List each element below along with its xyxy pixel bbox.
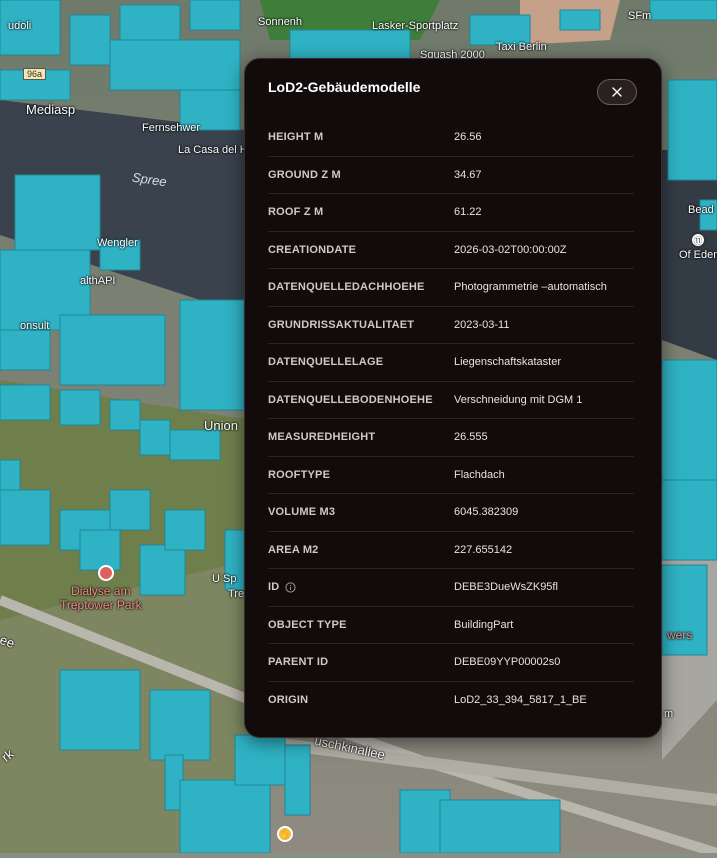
attribute-row-datenquellelage: DATENQUELLELAGE Liegenschaftskataster	[268, 344, 634, 382]
attribute-key: DATENQUELLEDACHHOEHE	[268, 281, 425, 294]
attribute-value: Liegenschaftskataster	[454, 356, 562, 369]
map-label-wengler: Wengler	[97, 237, 138, 249]
map-label-mediaspree: Mediasp	[26, 102, 76, 117]
map-label-audoli: udoli	[8, 20, 32, 32]
attribute-key: ROOF Z M	[268, 206, 324, 219]
map-label-taxi-berlin: Taxi Berlin	[496, 41, 547, 53]
attribute-row-rooftype: ROOFTYPE Flachdach	[268, 457, 634, 494]
map-label-u-sp: U Sp	[212, 573, 237, 585]
close-icon	[612, 87, 622, 97]
attribute-row-grundrissaktualitaet: GRUNDRISSAKTUALITAET 2023-03-11	[268, 307, 634, 344]
road-badge-96a: 96a	[23, 68, 47, 80]
attribute-key: DATENQUELLEBODENHOEHE	[268, 393, 433, 406]
attribute-row-id: ID DEBE3DueWsZK95fl	[268, 569, 634, 607]
attribute-value: 34.67	[454, 168, 482, 181]
attribute-row-measuredheight: MEASUREDHEIGHT 26.555	[268, 419, 634, 457]
attribute-value: 227.655142	[454, 543, 513, 556]
attribute-value: Flachdach	[454, 468, 505, 481]
feature-info-panel: LoD2-Gebäudemodelle HEIGHT M 26.56 GROUN…	[244, 58, 662, 738]
map-label-healthapi: althAPI	[80, 275, 116, 287]
attribute-key: ORIGIN	[268, 694, 309, 707]
attribute-key: PARENT ID	[268, 656, 329, 669]
attribute-row-creationdate: CREATIONDATE 2026-03-02T00:00:00Z	[268, 232, 634, 269]
attribute-row-height: HEIGHT M 26.56	[268, 119, 634, 157]
map-label-dialyse[interactable]: Dialyse am Treptower Park	[60, 584, 142, 612]
restaurant-poi-icon[interactable]: ⑪	[690, 232, 706, 248]
attribute-value: LoD2_33_394_5817_1_BE	[454, 694, 587, 707]
map-label-fernsehwerk: Fernsehwer	[142, 122, 201, 134]
attribute-key: GRUNDRISSAKTUALITAET	[268, 318, 415, 331]
info-icon[interactable]	[285, 582, 297, 593]
attribute-value: Verschneidung mit DGM 1	[454, 393, 583, 406]
attribute-key: ID	[268, 581, 280, 594]
attribute-value: 26.555	[454, 431, 488, 444]
map-label-sonnenhof: Sonnenh	[258, 16, 303, 28]
attribute-key: ROOFTYPE	[268, 468, 331, 481]
attribute-key: OBJECT TYPE	[268, 618, 347, 631]
attribute-row-roof-z: ROOF Z M 61.22	[268, 194, 634, 232]
attribute-row-datenquelledachhoehe: DATENQUELLEDACHHOEHE Photogrammetrie –au…	[268, 269, 634, 307]
map-label-union: Union	[204, 418, 238, 433]
attribute-row-origin: ORIGIN LoD2_33_394_5817_1_BE	[268, 682, 634, 720]
attribute-value: DEBE3DueWsZK95fl	[454, 581, 558, 594]
attribute-row-datenquellebodenhoehe: DATENQUELLEBODENHOEHE Verschneidung mit …	[268, 382, 634, 419]
attribute-value: BuildingPart	[454, 618, 514, 631]
attribute-row-volume: VOLUME M3 6045.382309	[268, 494, 634, 532]
attribute-key: CREATIONDATE	[268, 243, 357, 256]
attribute-value: 61.22	[454, 206, 482, 219]
attribute-key: MEASUREDHEIGHT	[268, 431, 376, 444]
attribute-value: Photogrammetrie –automatisch	[454, 281, 607, 294]
attribute-value: DEBE09YYP00002s0	[454, 656, 561, 669]
attribute-key: GROUND Z M	[268, 168, 341, 181]
attribute-row-area: AREA M2 227.655142	[268, 532, 634, 569]
map-label-wers: wers	[667, 628, 693, 642]
attribute-value: 26.56	[454, 131, 482, 144]
attribute-key: DATENQUELLELAGE	[268, 356, 384, 369]
panel-title: LoD2-Gebäudemodelle	[268, 79, 421, 95]
map-label-sfm: SFm	[628, 10, 652, 22]
map-label-m: m	[664, 708, 674, 720]
medical-poi-icon[interactable]	[98, 565, 114, 581]
attribute-row-ground-z: GROUND Z M 34.67	[268, 157, 634, 194]
shop-poi-icon[interactable]: ✋	[277, 826, 293, 842]
attribute-value: 6045.382309	[454, 506, 519, 519]
attribute-key: HEIGHT M	[268, 131, 324, 144]
map-label-of-eden: Of Eden	[679, 249, 717, 261]
attribute-value: 2026-03-02T00:00:00Z	[454, 243, 567, 256]
attribute-value: 2023-03-11	[454, 318, 510, 331]
attribute-key-with-info: ID	[268, 581, 454, 593]
attribute-key: AREA M2	[268, 543, 319, 556]
attribute-row-object-type: OBJECT TYPE BuildingPart	[268, 607, 634, 644]
map-label-lasker-sportplatz: Lasker-Sportplatz	[372, 20, 459, 32]
map-label-bead: Bead	[688, 204, 714, 216]
map-label-consult: onsult	[20, 320, 50, 332]
close-button[interactable]	[597, 79, 637, 105]
attribute-table: HEIGHT M 26.56 GROUND Z M 34.67 ROOF Z M…	[268, 119, 634, 719]
attribute-key: VOLUME M3	[268, 506, 336, 519]
attribute-row-parent-id: PARENT ID DEBE09YYP00002s0	[268, 644, 634, 682]
map-label-tre: Tre	[228, 588, 245, 600]
